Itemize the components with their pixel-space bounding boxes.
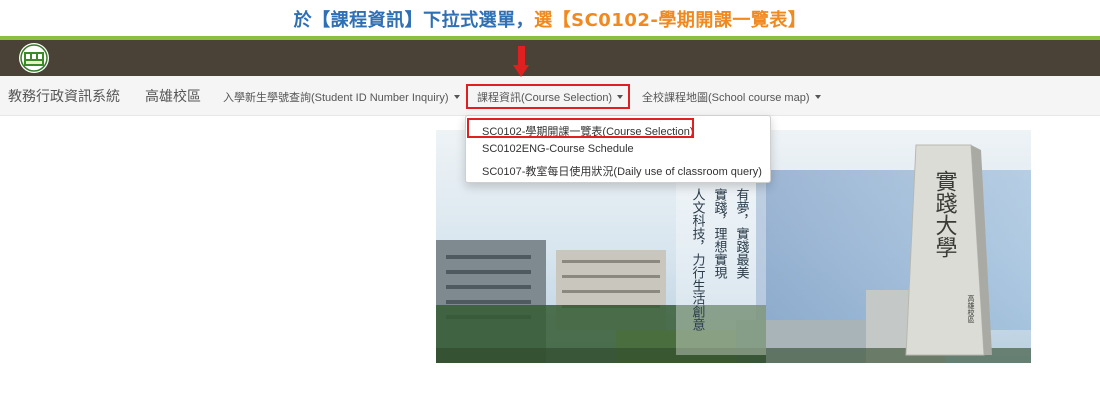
caret-down-icon [814,95,821,99]
slogan-column-3: 人文科技，力行生活創意 [690,188,706,331]
nav-school-course-map[interactable]: 全校課程地圖(School course map) [642,89,821,105]
campus-label[interactable]: 高雄校區 [145,86,201,106]
menu-item-sc0102eng[interactable]: SC0102ENG-Course Schedule [482,143,634,155]
instruction-caption: 於【課程資訊】下拉式選單，選【SC0102-學期開課一覽表】 [0,6,1100,32]
instruction-part-2: 選【SC0102-學期開課一覽表】 [534,10,807,31]
nav-student-id-inquiry-label: 入學新生學號查詢(Student ID Number Inquiry) [223,92,449,104]
down-arrow-icon [518,46,525,66]
system-title[interactable]: 教務行政資訊系統 [8,86,120,106]
nav-student-id-inquiry[interactable]: 入學新生學號查詢(Student ID Number Inquiry) [223,89,460,105]
down-arrow-head [513,65,529,77]
page: 於【課程資訊】下拉式選單，選【SC0102-學期開課一覽表】 教務行政資訊系統 … [0,0,1100,402]
caret-down-icon [453,95,460,99]
monument-subtitle: 高雄校區 [967,294,975,323]
top-header-bar [0,40,1100,76]
menu-item-sc0107[interactable]: SC0107-教室每日使用狀況(Daily use of classroom q… [482,163,762,179]
slogan-column-1: 有夢，實踐最美 [734,188,750,279]
instruction-part-1: 於【課程資訊】下拉式選單， [293,10,535,31]
slogan-column-2: 實踐，理想實現 [712,187,728,280]
highlight-box-sc0102 [467,118,694,138]
highlight-box-course-menu [466,84,630,109]
monument-title: 實踐大學 [932,170,958,258]
university-logo[interactable] [15,42,53,74]
nav-school-course-map-label: 全校課程地圖(School course map) [642,92,810,104]
